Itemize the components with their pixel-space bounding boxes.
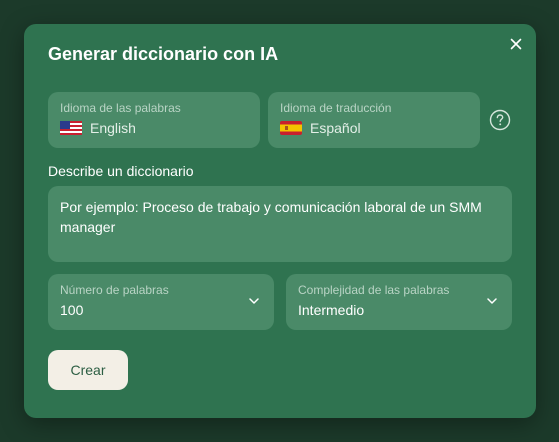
spain-flag-icon	[280, 121, 302, 135]
target-language-label: Idioma de traducción	[280, 101, 392, 115]
complexity-value: Intermedio	[298, 302, 365, 318]
target-language-value: Español	[310, 120, 361, 136]
source-language-label: Idioma de las palabras	[60, 101, 181, 115]
help-icon[interactable]	[489, 109, 511, 131]
chevron-down-icon	[487, 298, 497, 304]
target-language-select[interactable]: Idioma de traducción Español	[268, 92, 480, 148]
complexity-select[interactable]: Complejidad de las palabras Intermedio	[286, 274, 512, 330]
generate-dictionary-dialog: Generar diccionario con IA Idioma de las…	[24, 24, 536, 418]
description-input[interactable]: Por ejemplo: Proceso de trabajo y comuni…	[48, 186, 512, 262]
description-label: Describe un diccionario	[48, 163, 194, 179]
source-language-value: English	[90, 120, 136, 136]
us-flag-icon	[60, 121, 82, 135]
source-language-select[interactable]: Idioma de las palabras English	[48, 92, 260, 148]
create-button[interactable]: Crear	[48, 350, 128, 390]
close-icon[interactable]	[508, 36, 524, 52]
word-count-select[interactable]: Número de palabras 100	[48, 274, 274, 330]
dialog-title: Generar diccionario con IA	[48, 44, 279, 64]
complexity-label: Complejidad de las palabras	[298, 283, 450, 297]
chevron-down-icon	[249, 298, 259, 304]
word-count-value: 100	[60, 302, 84, 318]
word-count-label: Número de palabras	[60, 283, 169, 297]
